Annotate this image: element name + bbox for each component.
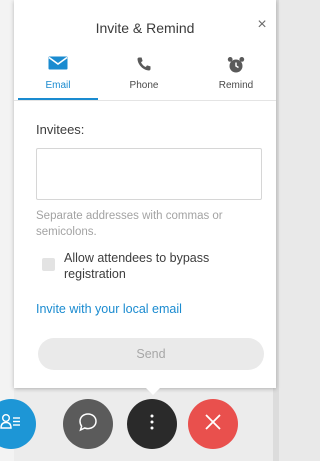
bypass-registration-checkbox[interactable]: [42, 258, 55, 271]
close-x-icon: [204, 413, 222, 436]
participants-button[interactable]: [0, 399, 36, 449]
tab-remind[interactable]: Remind: [196, 52, 276, 100]
meeting-controls: [0, 399, 279, 449]
backdrop-left-strip: [0, 0, 14, 461]
leave-meeting-button[interactable]: [188, 399, 238, 449]
invitees-label: Invitees:: [36, 122, 85, 137]
bypass-registration-label[interactable]: Allow attendees to bypass registration: [64, 250, 264, 282]
invite-local-email-link[interactable]: Invite with your local email: [36, 302, 182, 316]
envelope-icon: [18, 56, 98, 74]
close-icon[interactable]: ×: [254, 17, 270, 33]
alarm-clock-icon: [196, 56, 276, 74]
dialog-title: Invite & Remind: [95, 20, 195, 36]
participants-icon: [0, 413, 22, 436]
invite-remind-dialog: Invite & Remind × Email Phone Remind Inv…: [14, 0, 276, 388]
tab-divider: [14, 100, 276, 101]
tab-phone[interactable]: Phone: [104, 52, 184, 100]
tab-label: Email: [45, 80, 71, 91]
tab-label: Remind: [218, 80, 254, 91]
tab-bar: Email Phone Remind: [14, 52, 276, 100]
chat-button[interactable]: [63, 399, 113, 449]
more-options-button[interactable]: [127, 399, 177, 449]
invitees-input[interactable]: [36, 148, 262, 200]
dialog-pointer: [144, 386, 162, 395]
tab-label: Phone: [129, 80, 159, 91]
invitees-hint: Separate addresses with commas or semico…: [36, 210, 223, 238]
chat-bubble-icon: [77, 411, 99, 438]
more-vertical-icon: [149, 413, 155, 436]
send-button[interactable]: Send: [38, 338, 264, 370]
tab-email[interactable]: Email: [18, 52, 98, 100]
phone-icon: [104, 56, 184, 74]
